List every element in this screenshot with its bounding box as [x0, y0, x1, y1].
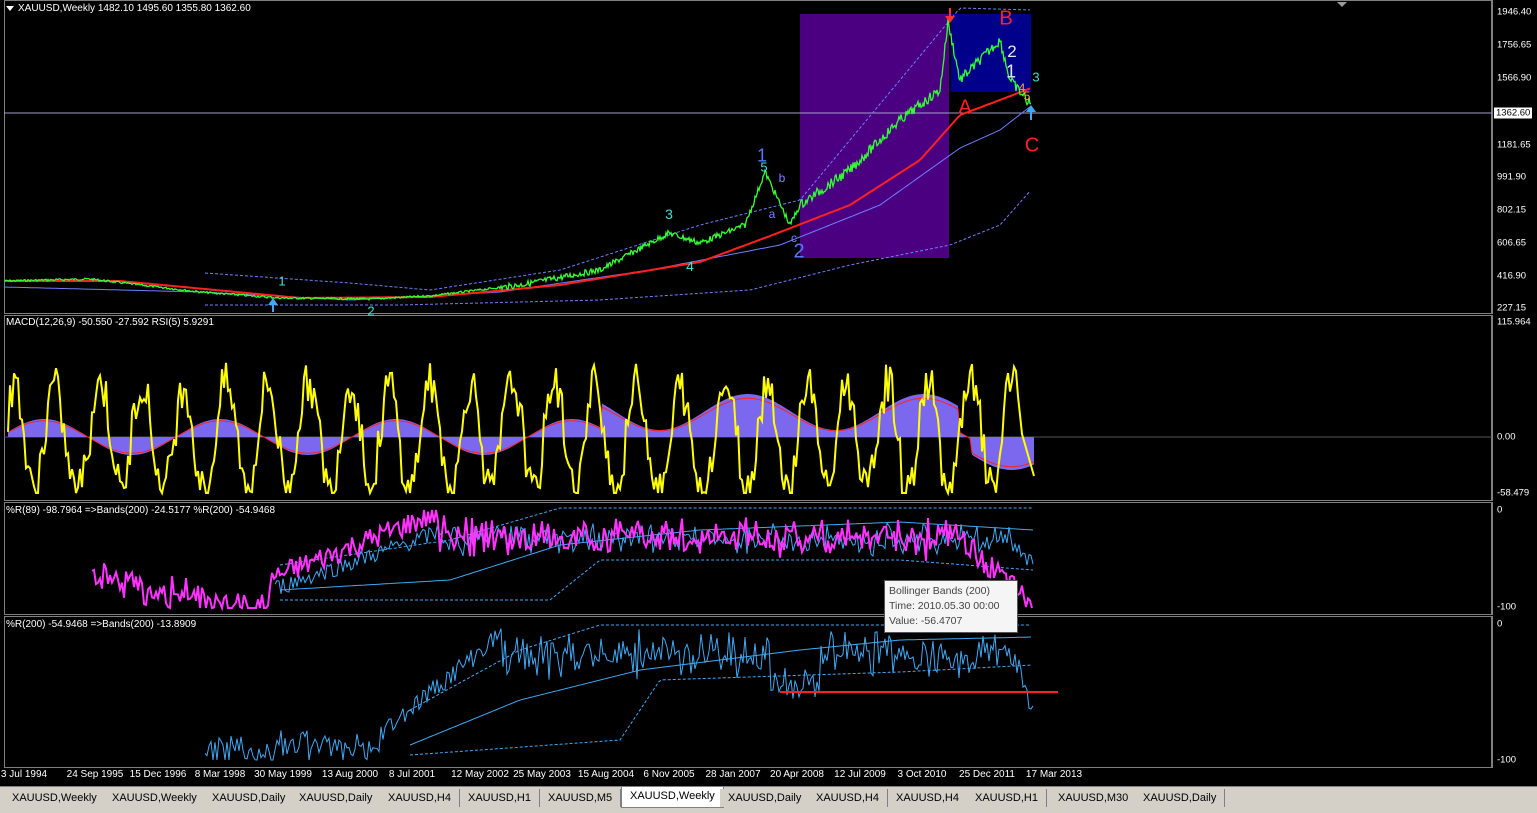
wave-label-3: 3 [665, 206, 673, 222]
macd-tick-label: 0.00 [1497, 431, 1516, 443]
wave-label-3-late: 3 [1032, 69, 1040, 85]
date-tick-label: 8 Mar 1998 [194, 769, 246, 780]
wave-label-1: 1 [278, 273, 286, 289]
tooltip-value: Value: -56.4707 [889, 615, 963, 627]
main-pane-label: XAUUSD,Weekly 1482.10 1495.60 1355.80 13… [6, 3, 251, 14]
price-tick-label: 1566.90 [1497, 72, 1532, 84]
price-tick-label: 1756.65 [1497, 39, 1532, 51]
date-tick-label: 17 Mar 2013 [1025, 769, 1083, 780]
wave-label-C: C [1024, 134, 1040, 157]
wave-label-5: 5 [760, 159, 768, 175]
macd-tick-label: -58.479 [1497, 487, 1530, 499]
chart-tab[interactable]: XAUUSD,H4 [808, 789, 888, 807]
date-tick-label: 30 May 1999 [254, 769, 312, 780]
date-tick-label: 28 Jan 2007 [705, 769, 761, 780]
date-tick-label: 6 Nov 2005 [643, 769, 695, 780]
date-tick-label: 24 Sep 1995 [66, 769, 124, 780]
chart-tab[interactable]: XAUUSD,M5 [540, 789, 622, 807]
price-tick-label: 1181.65 [1497, 139, 1531, 151]
main-label-text: XAUUSD,Weekly 1482.10 1495.60 1355.80 13… [18, 3, 251, 14]
wpr200-bb-lower [409, 664, 1032, 756]
tooltip-time: Time: 2010.05.30 00:00 [889, 600, 1000, 612]
wpr89-tick-label: -100 [1497, 601, 1517, 613]
chart-tab[interactable]: XAUUSD,Weekly [621, 787, 724, 808]
macd-tick-label: 115.964 [1497, 316, 1531, 328]
wpr89-pane-label: %R(89) -98.7964 =>Bands(200) -24.5177 %R… [6, 505, 275, 516]
wpr200-pane-label: %R(200) -54.9468 =>Bands(200) -13.8909 [6, 619, 196, 630]
current-price-label: 1362.60 [1494, 107, 1533, 119]
wave-label-4: 4 [686, 258, 694, 274]
wave-label-b: b [778, 171, 786, 185]
chart-canvas[interactable] [0, 0, 1537, 786]
wave-label-5-late: 5 [1023, 89, 1031, 103]
chart-tab[interactable]: XAUUSD,H1 [460, 789, 540, 807]
wpr89-label-text: %R(89) -98.7964 =>Bands(200) -24.5177 %R… [6, 505, 276, 516]
wave-label-A: A [958, 96, 972, 119]
chart-tab[interactable]: XAUUSD,Daily [291, 789, 382, 807]
date-tick-label: 3 Jul 1994 [0, 769, 48, 780]
date-tick-label: 12 Jul 2009 [834, 769, 886, 780]
wpr200-label-text: %R(200) -54.9468 =>Bands(200) -13.8909 [6, 619, 197, 630]
bollinger-tooltip: Bollinger Bands (200) Time: 2010.05.30 0… [884, 580, 1018, 633]
tooltip-title: Bollinger Bands (200) [889, 585, 990, 597]
chart-tab[interactable]: XAUUSD,Daily [204, 789, 295, 807]
chart-tab[interactable]: XAUUSD,Daily [720, 789, 811, 807]
purple-rectangle [800, 14, 949, 258]
price-tick-label: 802.15 [1497, 204, 1527, 216]
price-tick-label: 227.15 [1497, 302, 1527, 314]
date-tick-label: 15 Dec 1996 [129, 769, 187, 780]
chart-tab[interactable]: XAUUSD,H4 [380, 789, 460, 807]
wpr89-tick-label: 0 [1497, 504, 1503, 516]
dropdown-triangle-icon[interactable] [6, 5, 14, 11]
date-tick-label: 3 Oct 2010 [897, 769, 947, 780]
wave-label-c: c [791, 231, 797, 245]
chart-tab[interactable]: XAUUSD,Weekly [104, 789, 206, 807]
date-tick-label: 15 Aug 2004 [577, 769, 635, 780]
chart-tab[interactable]: XAUUSD,Weekly [4, 789, 106, 807]
chart-tab[interactable]: XAUUSD,M30 [1050, 789, 1138, 807]
date-tick-label: 12 May 2002 [451, 769, 509, 780]
chart-tab-bar: XAUUSD,Weekly XAUUSD,Weekly XAUUSD,Daily XA… [0, 786, 1537, 813]
price-tick-label: 416.90 [1497, 270, 1527, 282]
chart-tab[interactable]: XAUUSD,Daily [1135, 789, 1226, 807]
macd-pane-label: MACD(12,26,9) -50.550 -27.592 RSI(5) 5.9… [6, 317, 214, 328]
date-tick-label: 20 Apr 2008 [770, 769, 824, 780]
price-tick-label: 606.65 [1497, 237, 1527, 249]
date-tick-label: 25 Dec 2011 [959, 769, 1015, 780]
price-tick-label: 991.90 [1497, 171, 1527, 183]
wave-label-1-late: 1 [1005, 61, 1017, 82]
date-tick-label: 25 May 2003 [513, 769, 571, 780]
chart-tab[interactable]: XAUUSD,H1 [967, 789, 1047, 807]
price-tick-label: 1946.40 [1497, 6, 1532, 18]
wave-label-2: 2 [367, 303, 375, 319]
date-tick-label: 8 Jul 2001 [388, 769, 436, 780]
wave-label-B: B [999, 7, 1013, 30]
wave-label-a: a [768, 207, 776, 221]
up-arrow-marker-early [268, 298, 278, 312]
wpr200-tick-label: -100 [1497, 754, 1517, 766]
date-tick-label: 13 Aug 2000 [321, 769, 379, 780]
wpr200-tick-label: 0 [1497, 618, 1503, 630]
chart-tab[interactable]: XAUUSD,H4 [888, 789, 968, 807]
wave-label-2-late: 2 [1007, 42, 1017, 61]
macd-label-text: MACD(12,26,9) -50.550 -27.592 RSI(5) 5.9… [6, 317, 214, 328]
wpr200-line [204, 628, 1034, 761]
